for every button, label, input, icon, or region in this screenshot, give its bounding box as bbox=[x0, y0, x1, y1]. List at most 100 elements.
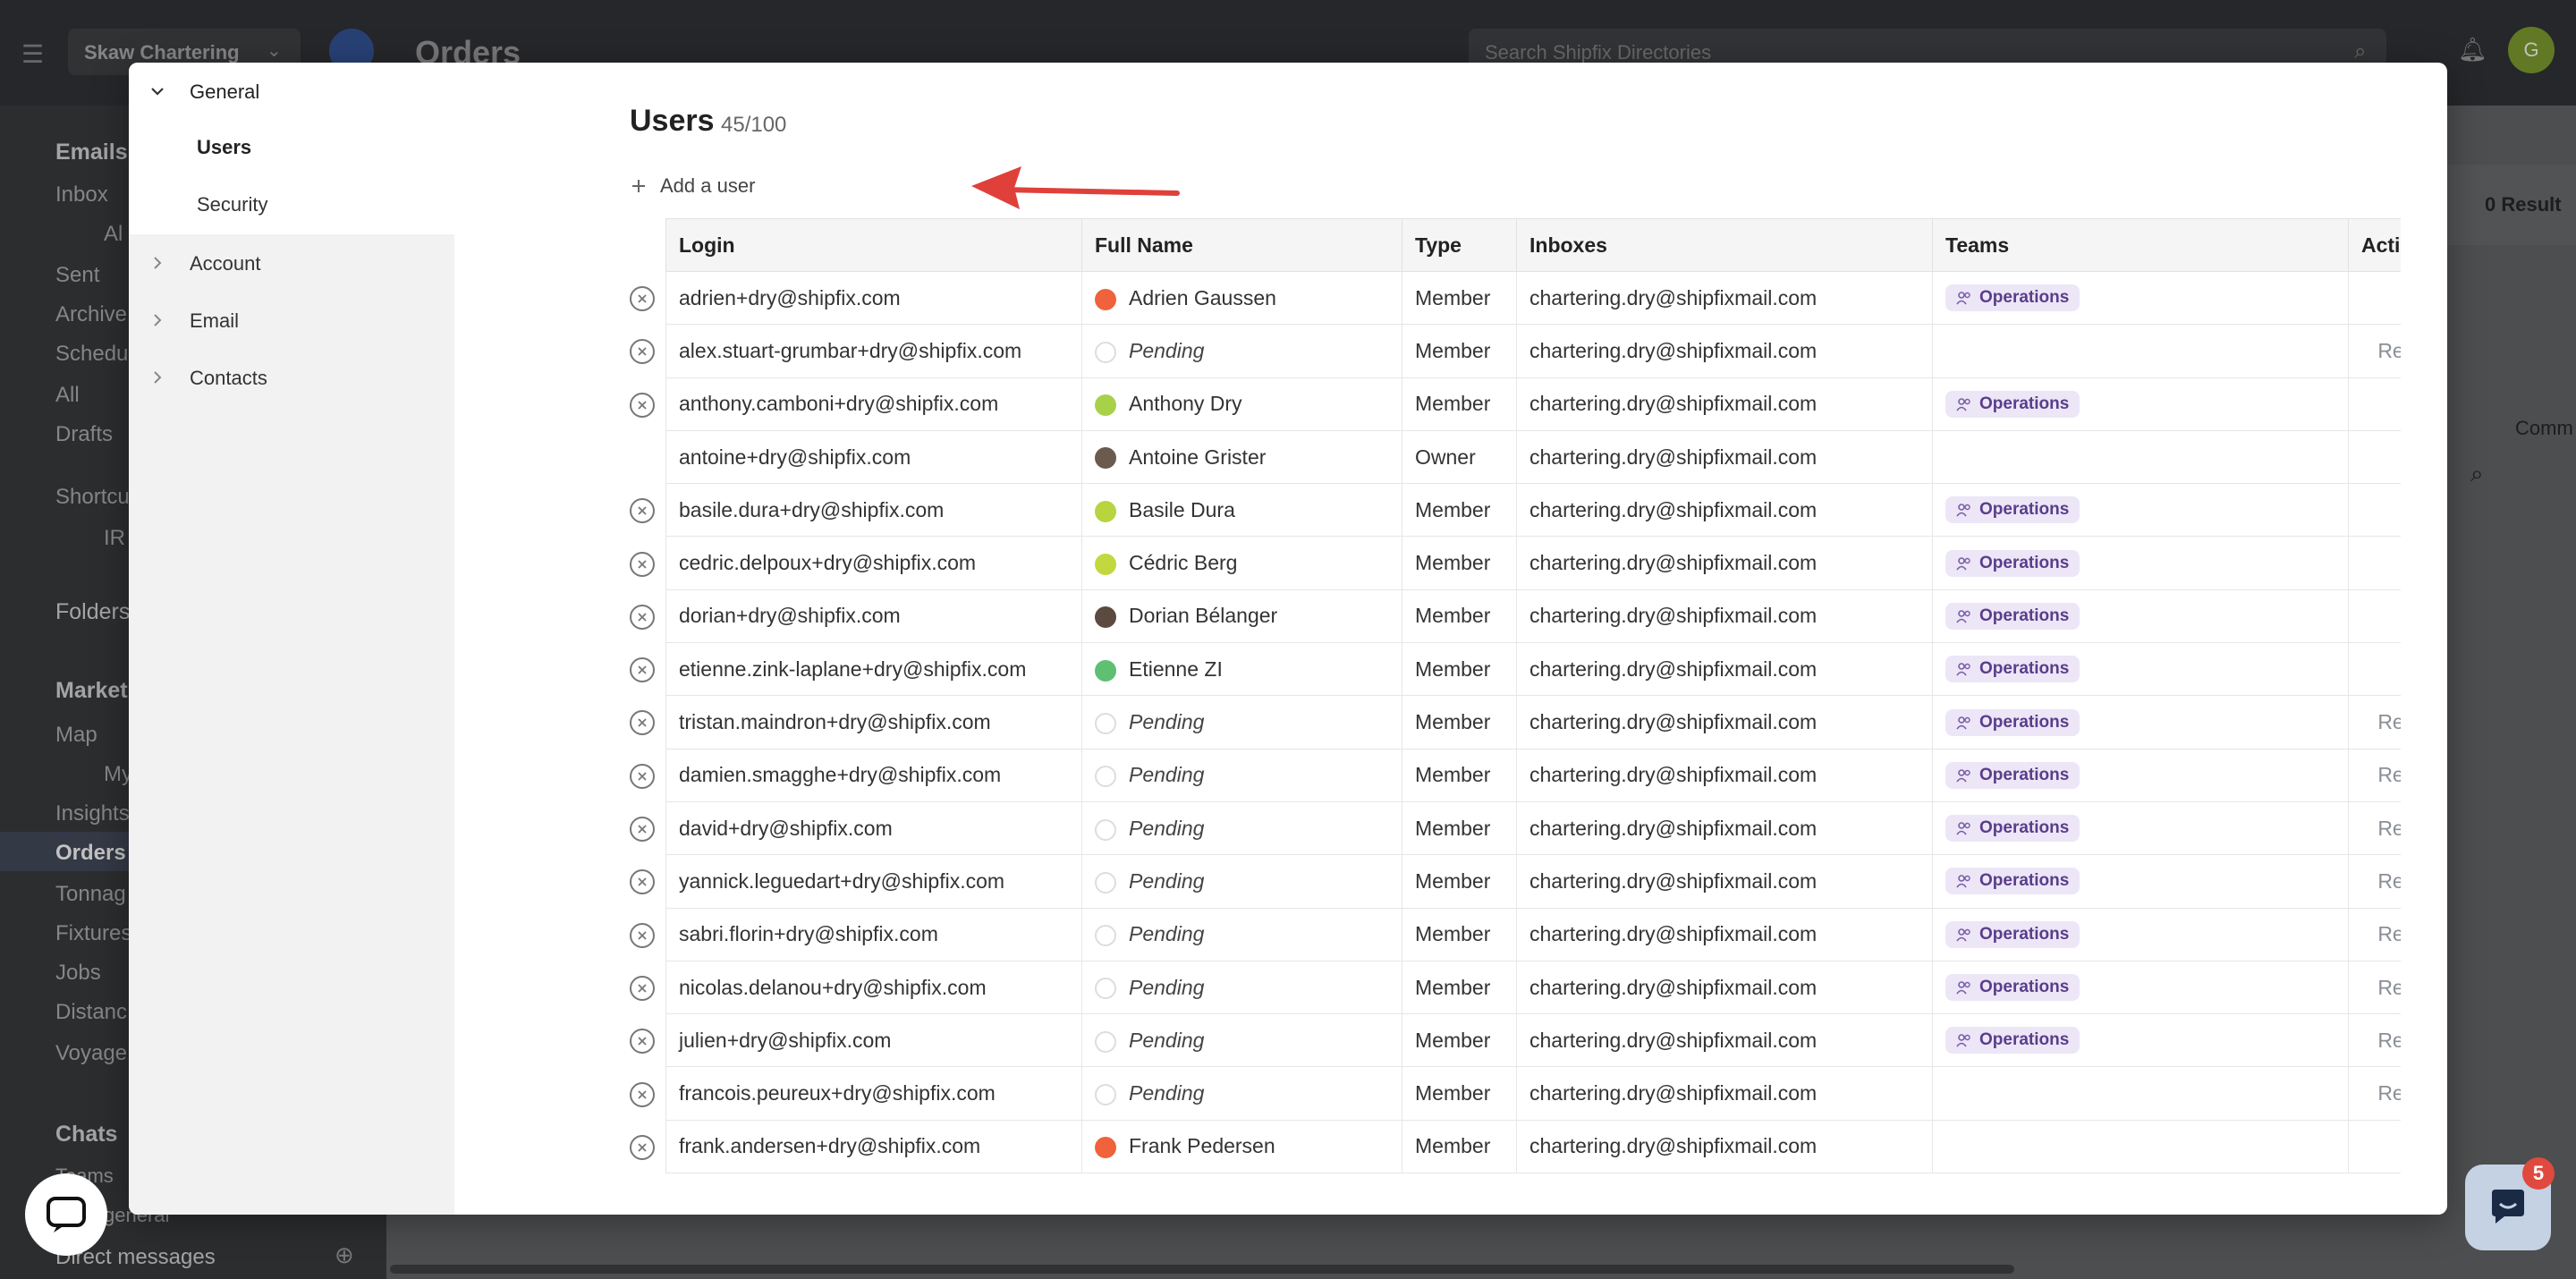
team-badge[interactable]: Operations bbox=[1945, 868, 2080, 895]
team-badge[interactable]: Operations bbox=[1945, 815, 2080, 843]
remove-user-icon[interactable] bbox=[630, 975, 655, 1001]
remove-user-icon[interactable] bbox=[630, 392, 655, 418]
nav-general[interactable]: General bbox=[190, 80, 259, 104]
pending-avatar bbox=[1095, 712, 1116, 734]
user-count: 45/100 bbox=[721, 113, 787, 137]
remove-user-icon[interactable] bbox=[630, 498, 655, 524]
cell-inbox: chartering.dry@shipfixmail.com bbox=[1516, 695, 1933, 750]
team-badge[interactable]: Operations bbox=[1945, 974, 2080, 1001]
cell-full-name: Antoine Grister bbox=[1081, 429, 1402, 485]
user-name: Etienne ZI bbox=[1129, 656, 1223, 681]
team-badge[interactable]: Operations bbox=[1945, 1027, 2080, 1055]
resend-invite-button[interactable]: Resend invite bbox=[2361, 763, 2401, 787]
chevron-right-icon[interactable] bbox=[148, 311, 166, 329]
table-row: antoine+dry@shipfix.com Antoine Grister Ow… bbox=[665, 429, 2401, 485]
remove-user-icon[interactable] bbox=[630, 1029, 655, 1055]
user-name: Pending bbox=[1129, 975, 1205, 999]
cell-actions: Resend invite bbox=[2348, 907, 2401, 961]
remove-user-icon[interactable] bbox=[630, 1134, 655, 1160]
team-badge[interactable]: Operations bbox=[1945, 656, 2080, 683]
team-badge[interactable]: Operations bbox=[1945, 602, 2080, 630]
resend-invite-button[interactable]: Resend invite bbox=[2361, 922, 2401, 946]
remove-user-icon[interactable] bbox=[630, 869, 655, 895]
chevron-right-icon[interactable] bbox=[148, 254, 166, 272]
resend-invite-button[interactable]: Resend invite bbox=[2361, 1081, 2401, 1105]
remove-user-icon[interactable] bbox=[630, 339, 655, 365]
remove-user-icon[interactable] bbox=[630, 763, 655, 789]
team-badge[interactable]: Operations bbox=[1945, 708, 2080, 736]
nav-users[interactable]: Users bbox=[197, 136, 251, 159]
cell-teams: Operations bbox=[1932, 536, 2349, 590]
column-header-type[interactable]: Type bbox=[1402, 218, 1517, 272]
resend-invite-button[interactable]: Resend invite bbox=[2361, 817, 2401, 841]
cell-inbox: chartering.dry@shipfixmail.com bbox=[1516, 1013, 1933, 1068]
team-name: Operations bbox=[1979, 765, 2070, 784]
table-row: adrien+dry@shipfix.com Adrien Gaussen Memb… bbox=[665, 270, 2401, 326]
cell-type: Member bbox=[1402, 377, 1517, 431]
chevron-down-icon[interactable] bbox=[148, 82, 166, 100]
remove-user-icon[interactable] bbox=[630, 551, 655, 577]
team-badge[interactable]: Operations bbox=[1945, 549, 2080, 577]
cell-type: Owner bbox=[1402, 429, 1517, 485]
column-header-inboxes[interactable]: Inboxes bbox=[1516, 218, 1933, 272]
cell-type: Member bbox=[1402, 483, 1517, 538]
resend-invite-button[interactable]: Resend invite bbox=[2361, 1029, 2401, 1053]
nav-security[interactable]: Security bbox=[197, 193, 267, 216]
settings-nav-general-group bbox=[129, 63, 454, 234]
resend-invite-button[interactable]: Resend invite bbox=[2361, 869, 2401, 894]
team-icon bbox=[1956, 716, 1970, 730]
cell-teams: Operations bbox=[1932, 800, 2349, 856]
team-name: Operations bbox=[1979, 553, 2070, 572]
team-name: Operations bbox=[1979, 500, 2070, 520]
cell-type: Member bbox=[1402, 800, 1517, 856]
add-user-button[interactable]: Add a user bbox=[630, 168, 755, 204]
cell-login: alex.stuart-grumbar+dry@shipfix.com bbox=[665, 324, 1082, 378]
cell-full-name: Pending bbox=[1081, 324, 1402, 378]
remove-user-icon[interactable] bbox=[630, 286, 655, 311]
cell-teams bbox=[1932, 429, 2349, 485]
column-header-teams[interactable]: Teams bbox=[1932, 218, 2349, 272]
cell-teams: Operations bbox=[1932, 589, 2349, 644]
cell-type: Member bbox=[1402, 270, 1517, 326]
remove-user-icon[interactable] bbox=[630, 710, 655, 736]
cell-type: Member bbox=[1402, 1119, 1517, 1174]
team-badge[interactable]: Operations bbox=[1945, 761, 2080, 789]
remove-user-icon[interactable] bbox=[630, 657, 655, 683]
cell-type: Member bbox=[1402, 907, 1517, 961]
cell-teams: Operations bbox=[1932, 377, 2349, 431]
cell-actions: Resend invite bbox=[2348, 1066, 2401, 1121]
user-avatar bbox=[1095, 447, 1116, 470]
remove-user-icon[interactable] bbox=[630, 817, 655, 842]
cell-teams: Operations bbox=[1932, 960, 2349, 1015]
nav-account[interactable]: Account bbox=[190, 252, 261, 275]
cell-teams: Operations bbox=[1932, 270, 2349, 326]
team-badge[interactable]: Operations bbox=[1945, 284, 2080, 312]
resend-invite-button[interactable]: Resend invite bbox=[2361, 976, 2401, 1000]
remove-user-icon[interactable] bbox=[630, 1081, 655, 1107]
user-name: Pending bbox=[1129, 868, 1205, 893]
nav-contacts[interactable]: Contacts bbox=[190, 367, 267, 390]
team-badge[interactable]: Operations bbox=[1945, 496, 2080, 524]
remove-user-icon[interactable] bbox=[630, 604, 655, 630]
column-header-full-name[interactable]: Full Name bbox=[1081, 218, 1402, 272]
team-badge[interactable]: Operations bbox=[1945, 920, 2080, 948]
team-badge[interactable]: Operations bbox=[1945, 390, 2080, 418]
column-header-actions[interactable]: Actions bbox=[2348, 218, 2401, 272]
cell-teams: Operations bbox=[1932, 483, 2349, 538]
team-name: Operations bbox=[1979, 288, 2070, 308]
cell-type: Member bbox=[1402, 589, 1517, 644]
chevron-right-icon[interactable] bbox=[148, 368, 166, 386]
cell-inbox: chartering.dry@shipfixmail.com bbox=[1516, 854, 1933, 909]
support-chat-button[interactable] bbox=[25, 1173, 107, 1256]
cell-teams: Operations bbox=[1932, 695, 2349, 750]
resend-invite-button[interactable]: Resend invite bbox=[2361, 710, 2401, 734]
cell-login: antoine+dry@shipfix.com bbox=[665, 429, 1082, 485]
cell-teams: Operations bbox=[1932, 748, 2349, 802]
column-header-login[interactable]: Login bbox=[665, 218, 1082, 272]
cell-full-name: Pending bbox=[1081, 854, 1402, 909]
resend-invite-button[interactable]: Resend invite bbox=[2361, 339, 2401, 363]
nav-email[interactable]: Email bbox=[190, 309, 239, 333]
remove-user-icon[interactable] bbox=[630, 922, 655, 948]
pending-avatar bbox=[1095, 766, 1116, 788]
cell-inbox: chartering.dry@shipfixmail.com bbox=[1516, 324, 1933, 378]
